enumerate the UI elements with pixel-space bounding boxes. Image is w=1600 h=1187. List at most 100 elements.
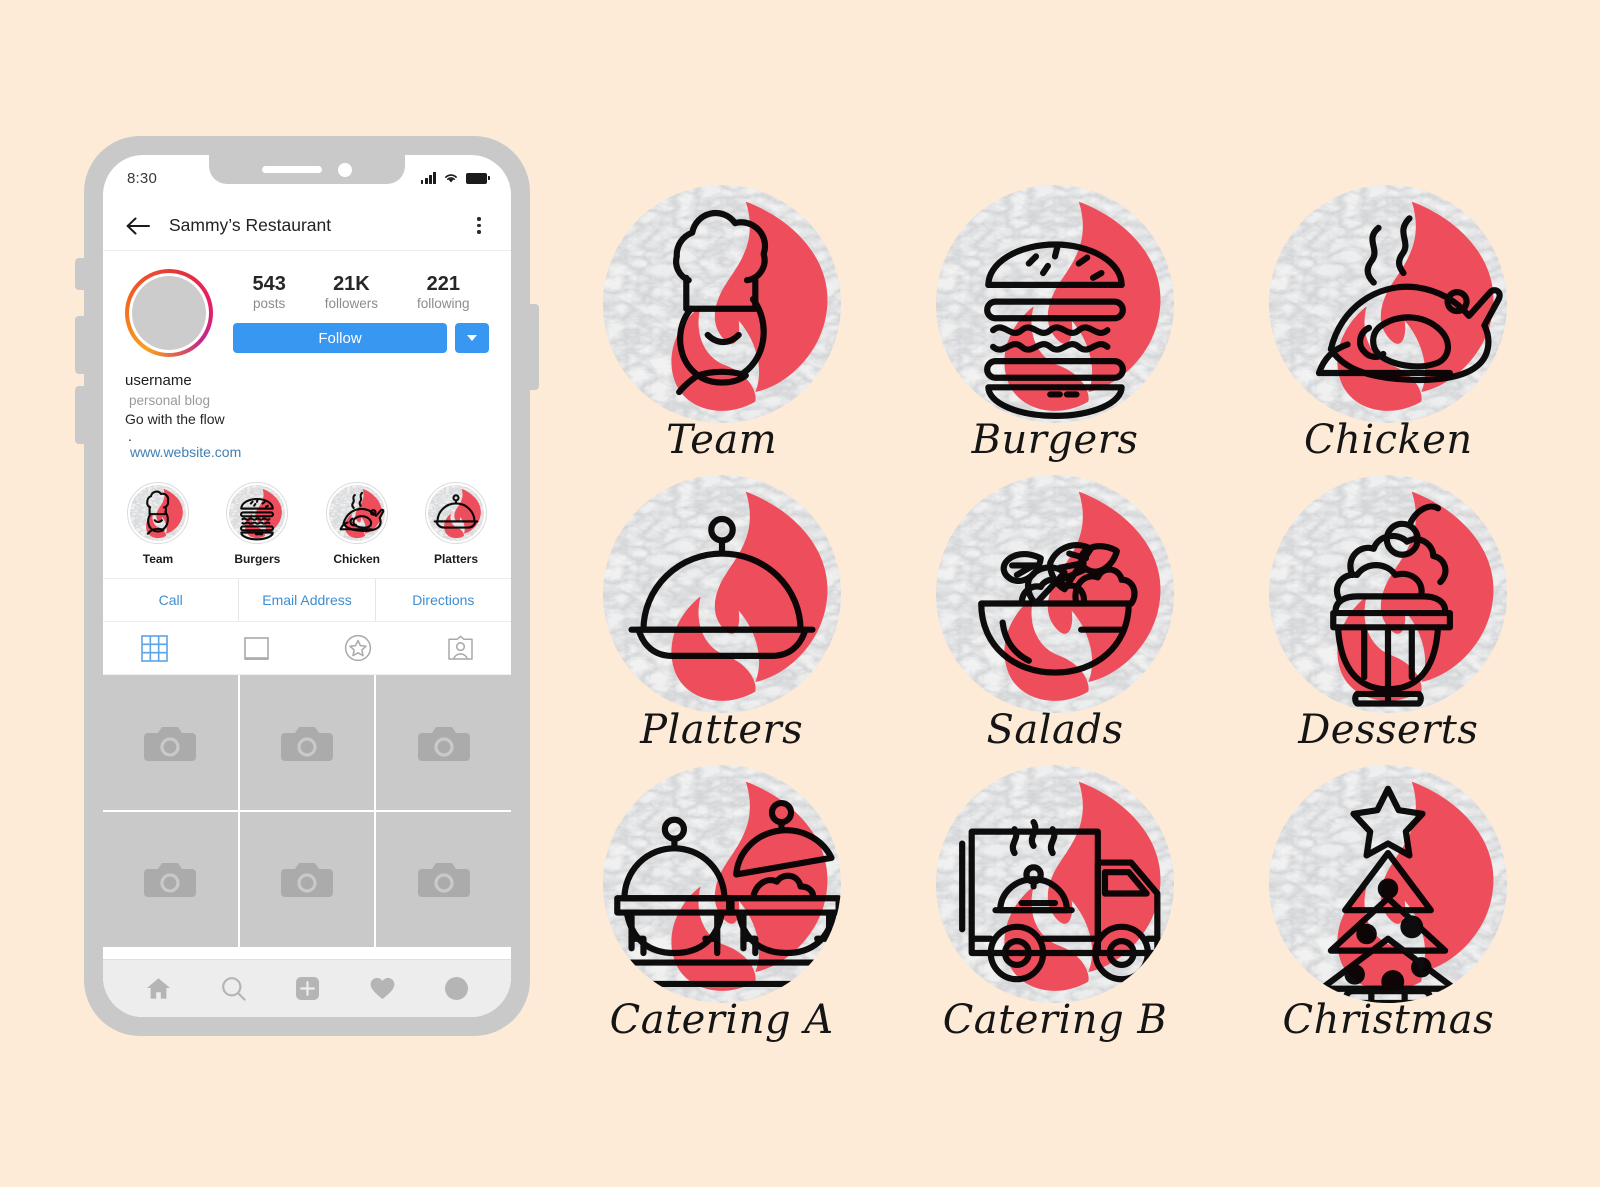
post-thumbnail[interactable] [239,811,375,947]
signal-bars-icon [420,172,436,184]
highlight-burgers[interactable]: Burgers [220,482,294,566]
tab-guides[interactable] [307,622,409,674]
cover-label: Salads [986,707,1124,753]
post-thumbnail[interactable] [376,811,511,947]
cover-artwork [935,475,1174,713]
roast-chicken-icon [328,485,385,542]
phone-power-button[interactable] [529,304,539,390]
stat-followers[interactable]: 21K followers [325,273,378,311]
highlight-artwork [328,485,385,546]
person-card-icon [447,635,473,660]
post-thumbnail[interactable] [239,675,375,810]
cover-label: Chicken [1303,417,1473,463]
heart-icon[interactable] [369,976,396,1001]
ice-cream-sundae-icon [1269,475,1508,713]
camera-icon [417,726,470,761]
tab-reels[interactable] [205,622,307,674]
highlight-chicken[interactable]: Chicken [320,482,394,566]
story-highlights: Team Burgers Chicken Platters [103,464,511,578]
post-thumbnail[interactable] [103,675,238,810]
cover-burgers[interactable]: Burgers [888,185,1221,475]
cover-christmas[interactable]: Christmas [1222,765,1555,1055]
phone-volume-up-button[interactable] [75,316,85,374]
camera-icon [281,726,333,761]
phone-screen: 8:30 Sammy’s Restaurant 543 posts 21K fo… [103,155,511,1017]
profile-tabs [103,622,511,676]
follow-button[interactable]: Follow [233,323,447,353]
chef-icon [602,185,841,423]
food-truck-icon [935,765,1174,1003]
back-arrow-icon[interactable] [125,216,151,236]
cloche-icon [602,475,841,713]
cover-artwork [1269,475,1508,713]
plus-square-icon[interactable] [295,976,320,1001]
bio-website-link[interactable]: www.website.com [125,443,241,462]
cover-artwork [602,765,841,1003]
stat-following[interactable]: 221 following [417,273,470,311]
christmas-tree-icon [1269,765,1508,1003]
search-icon[interactable] [220,975,247,1002]
cover-artwork [602,475,841,713]
post-thumbnail[interactable] [376,675,511,810]
directions-button[interactable]: Directions [374,579,511,622]
cover-salads[interactable]: Salads [888,475,1221,765]
highlight-platters[interactable]: Platters [419,482,493,566]
cover-platters[interactable]: Platters [555,475,888,765]
cover-artwork [935,185,1174,423]
cover-label: Catering A [609,997,834,1043]
email-address-button[interactable]: Email Address [238,579,374,622]
post-thumbnail[interactable] [103,811,238,947]
status-time: 8:30 [127,169,157,187]
app-header: Sammy’s Restaurant [103,201,511,251]
bio-line-2: . [128,427,132,444]
stat-following-value: 221 [426,273,460,295]
cover-label: Catering B [942,997,1168,1043]
camera-icon [281,863,333,898]
cover-label: Platters [640,707,804,753]
highlight-label: Burgers [234,552,281,567]
camera-icon [144,863,197,898]
cover-desserts[interactable]: Desserts [1222,475,1555,765]
cover-artwork [1269,765,1508,1003]
cover-artwork [1269,185,1508,423]
status-indicators [420,172,491,184]
burger-icon [229,485,286,542]
cover-chicken[interactable]: Chicken [1222,185,1555,475]
cover-catering-a[interactable]: Catering A [555,765,888,1055]
contact-buttons-row: Call Email Address Directions [103,578,511,623]
highlight-team[interactable]: Team [121,482,195,566]
cover-catering-b[interactable]: Catering B [888,765,1221,1055]
stat-posts[interactable]: 543 posts [252,273,285,311]
bio-line-1: Go with the flow [125,411,225,428]
star-circle-icon [344,635,372,662]
tab-grid[interactable] [103,622,205,674]
square-frame-icon [243,636,269,660]
highlight-artwork [229,485,286,546]
highlight-cover-grid: Team Burgers Chicken Platters Salads Des… [555,185,1555,1055]
profile-bio: username personal blog Go with the flow … [103,357,511,464]
home-icon[interactable] [145,976,172,1001]
cloche-icon [427,485,484,542]
profile-stats: 543 posts 21K followers 221 following [233,269,489,313]
cover-label: Desserts [1298,707,1479,753]
wifi-icon [445,174,457,183]
chevron-down-icon [467,335,477,341]
tab-tagged[interactable] [409,622,511,674]
camera-icon [144,726,197,761]
avatar-circle-icon[interactable] [444,976,469,1001]
chafing-dishes-icon [602,765,841,1003]
cover-team[interactable]: Team [555,185,888,475]
suggestions-dropdown-button[interactable] [455,323,489,353]
call-button[interactable]: Call [103,579,238,621]
kebab-menu-icon[interactable] [469,217,489,234]
salad-bowl-icon [935,475,1174,713]
chef-icon [130,485,186,542]
avatar-image [132,276,206,350]
phone-mute-switch[interactable] [75,258,85,290]
stat-posts-value: 543 [252,273,286,295]
phone-volume-down-button[interactable] [75,386,85,444]
stat-following-label: following [417,296,470,311]
avatar[interactable] [125,269,213,357]
highlight-label: Chicken [333,552,380,567]
highlight-artwork [130,485,186,546]
